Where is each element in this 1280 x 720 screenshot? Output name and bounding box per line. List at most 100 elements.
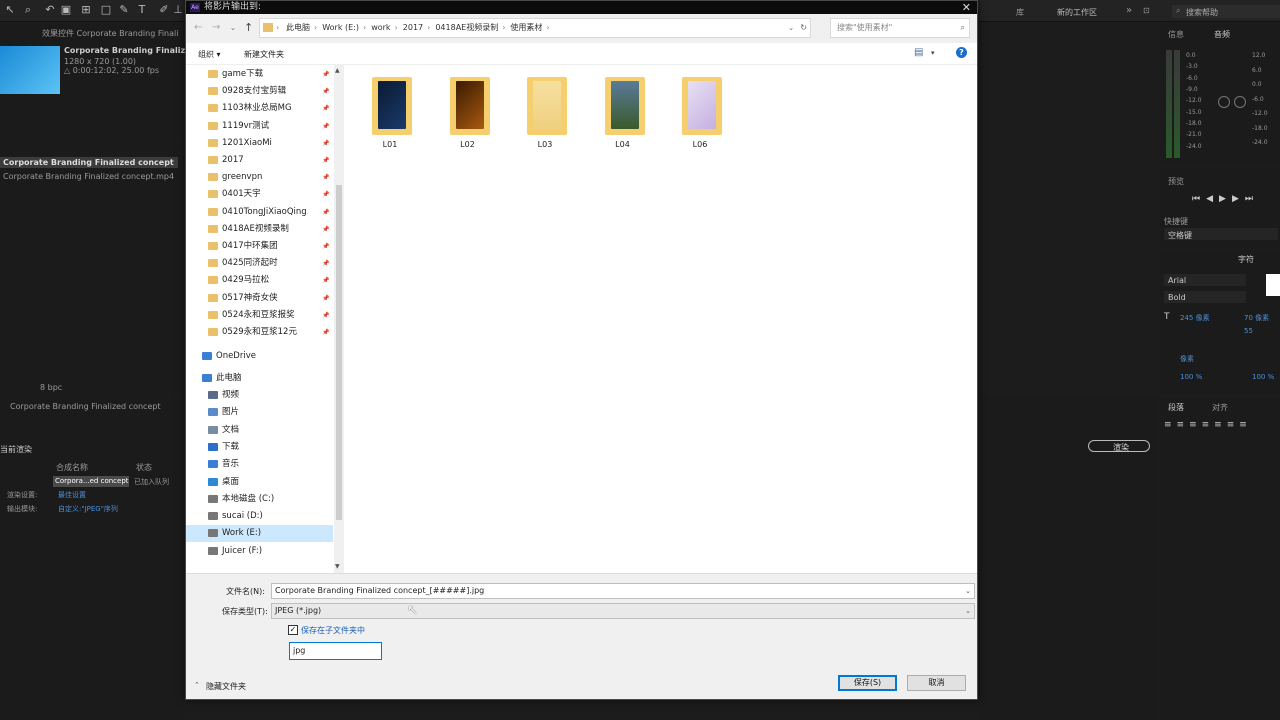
rq-render-settings[interactable]: 最佳设置: [58, 490, 86, 500]
new-folder-button[interactable]: 新建文件夹: [244, 49, 284, 60]
nav-item[interactable]: 0928支付宝剪辑 📌: [186, 83, 333, 100]
nav-item[interactable]: OneDrive: [186, 348, 333, 365]
preview-tab[interactable]: 预览: [1168, 176, 1184, 187]
project-item-selected[interactable]: Corporate Branding Finalized concept: [0, 157, 178, 168]
anchor-tool-icon[interactable]: ⊞: [80, 4, 92, 16]
address-bar[interactable]: › 此电脑 › Work (E:) › work › 2017 › 0418AE视频录制 › 使用素…: [259, 18, 811, 38]
nav-item[interactable]: 本地磁盘 (C:): [186, 491, 333, 508]
scrollbar-thumb[interactable]: [336, 185, 342, 520]
scroll-up-icon[interactable]: ▲: [335, 67, 340, 74]
nav-item[interactable]: 1201XiaoMi 📌: [186, 135, 333, 152]
subfolder-label[interactable]: 保存在子文件夹中: [301, 625, 365, 636]
sync-icon[interactable]: ⊡: [1143, 6, 1150, 15]
fill-color-swatch[interactable]: [1266, 274, 1280, 296]
breadcrumb-chevron-icon[interactable]: ›: [314, 23, 317, 32]
bpc-label[interactable]: 8 bpc: [40, 383, 62, 392]
forward-icon[interactable]: →: [212, 22, 220, 33]
folder-tile[interactable]: L01: [360, 77, 420, 157]
nav-item[interactable]: 0529永和豆浆12元 📌: [186, 324, 333, 341]
info-tab[interactable]: 信息: [1168, 29, 1184, 40]
nav-item[interactable]: 2017 📌: [186, 152, 333, 169]
folder-tile[interactable]: L04: [593, 77, 653, 157]
style-select[interactable]: Bold: [1164, 291, 1246, 303]
scroll-down-icon[interactable]: ▼: [335, 563, 340, 570]
workspace-menu-icon[interactable]: »: [1126, 5, 1132, 16]
workspace-tab[interactable]: 新的工作区: [1057, 7, 1097, 18]
pin-icon[interactable]: 📌: [322, 238, 329, 255]
character-tab[interactable]: 字符: [1238, 254, 1254, 265]
library-tab[interactable]: 库: [1016, 7, 1024, 18]
subfolder-checkbox[interactable]: ✓: [288, 625, 298, 635]
align-tab[interactable]: 对齐: [1212, 402, 1228, 413]
organize-button[interactable]: 组织 ▾: [198, 49, 221, 60]
volume-knob-2[interactable]: [1234, 96, 1246, 108]
folder-tile[interactable]: L02: [438, 77, 498, 157]
breadcrumb-item[interactable]: work: [371, 23, 390, 32]
rq-item[interactable]: Corpora...ed concept: [53, 476, 129, 487]
font-select[interactable]: Arial: [1164, 274, 1246, 286]
pin-icon[interactable]: 📌: [322, 307, 329, 324]
px-value[interactable]: 像素: [1180, 354, 1194, 364]
refresh-icon[interactable]: ↻: [800, 19, 807, 37]
save-button[interactable]: 保存(S): [838, 675, 897, 691]
nav-item[interactable]: 音乐: [186, 456, 333, 473]
playback-controls[interactable]: ⏮◀▶▶⏭: [1192, 194, 1259, 204]
nav-item[interactable]: sucai (D:): [186, 508, 333, 525]
back-icon[interactable]: ←: [194, 22, 202, 33]
search-icon[interactable]: ⌕: [22, 4, 34, 16]
breadcrumb-item[interactable]: Work (E:): [322, 23, 359, 32]
pin-icon[interactable]: 📌: [322, 135, 329, 152]
breadcrumb-chevron-icon[interactable]: ›: [502, 23, 505, 32]
volume-knob[interactable]: [1218, 96, 1230, 108]
nav-item[interactable]: 下载: [186, 439, 333, 456]
pin-icon[interactable]: 📌: [322, 272, 329, 289]
address-dropdown-icon[interactable]: ⌄: [788, 19, 794, 37]
rotate-tool-icon[interactable]: ↶: [44, 4, 56, 16]
filename-dropdown-icon[interactable]: ⌄: [965, 584, 971, 598]
brush-tool-icon[interactable]: ✐: [158, 4, 170, 16]
up-icon[interactable]: ↑: [244, 21, 253, 34]
breadcrumb-item[interactable]: 此电脑: [286, 23, 310, 32]
nav-item[interactable]: 视频: [186, 387, 333, 404]
nav-item[interactable]: 0425同济起时 📌: [186, 255, 333, 272]
text-tool-icon[interactable]: T: [136, 4, 148, 16]
render-button[interactable]: 渲染: [1088, 440, 1150, 452]
nav-item[interactable]: 0410TongJiXiaoQing 📌: [186, 204, 333, 221]
project-item-2[interactable]: Corporate Branding Finalized concept.mp4: [3, 172, 174, 181]
breadcrumb-item[interactable]: 2017: [403, 23, 423, 32]
audio-tab[interactable]: 音频: [1214, 29, 1230, 40]
nav-item[interactable]: Work (E:): [186, 525, 333, 543]
pin-icon[interactable]: 📌: [322, 186, 329, 203]
search-input[interactable]: 搜索"使用素材" ⌕: [830, 18, 970, 38]
hide-folders-chevron-icon[interactable]: ⌃: [194, 681, 200, 689]
nav-item[interactable]: 0418AE视频录制 📌: [186, 221, 333, 238]
cancel-button[interactable]: 取消: [907, 675, 966, 691]
camera-tool-icon[interactable]: ▣: [60, 4, 72, 16]
nav-item[interactable]: 1103林业总局MG 📌: [186, 100, 333, 117]
pin-icon[interactable]: 📌: [322, 118, 329, 135]
rq-output-module[interactable]: 自定义:"JPEG"序列: [58, 504, 118, 514]
subfolder-name-input[interactable]: jpg: [289, 642, 382, 660]
paragraph-tab[interactable]: 段落: [1168, 402, 1184, 413]
effects-tab[interactable]: 效果控件 Corporate Branding Finali: [42, 28, 178, 39]
nav-item[interactable]: 0417中环集团 📌: [186, 238, 333, 255]
nav-item[interactable]: 桌面: [186, 474, 333, 491]
nav-item[interactable]: Juicer (F:): [186, 543, 333, 560]
nav-item[interactable]: greenvpn 📌: [186, 169, 333, 186]
breadcrumb-chevron-icon[interactable]: ›: [395, 23, 398, 32]
breadcrumb-item[interactable]: 0418AE视频录制: [435, 23, 498, 32]
horizontal-scale[interactable]: 100 %: [1252, 373, 1274, 381]
breadcrumb-item[interactable]: 使用素材: [510, 23, 542, 32]
breadcrumb-chevron-icon[interactable]: ›: [363, 23, 366, 32]
nav-item[interactable]: 0429马拉松 📌: [186, 272, 333, 289]
mask-tool-icon[interactable]: □: [100, 4, 112, 16]
vertical-scale[interactable]: 100 %: [1180, 373, 1202, 381]
pin-icon[interactable]: 📌: [322, 221, 329, 238]
leading-value[interactable]: 70 像素: [1244, 313, 1269, 323]
shortcut-select[interactable]: 空格键: [1164, 228, 1278, 240]
folder-tile[interactable]: L06: [670, 77, 730, 157]
font-size-value[interactable]: 245 像素: [1180, 313, 1210, 323]
view-options-icon[interactable]: ▤: [914, 47, 923, 58]
pin-icon[interactable]: 📌: [322, 66, 329, 83]
breadcrumb-chevron-icon[interactable]: ›: [546, 23, 549, 32]
